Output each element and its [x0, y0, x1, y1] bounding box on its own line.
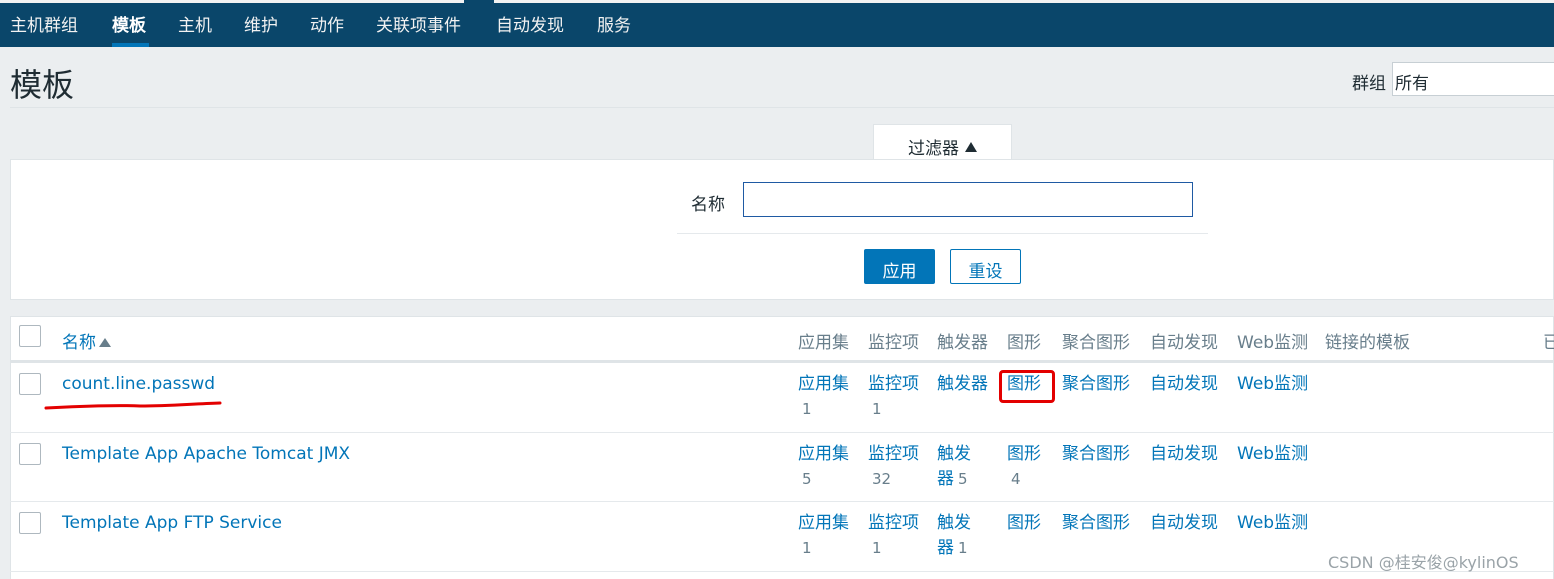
triggers-link[interactable]: 触发器 1: [937, 511, 977, 561]
screens-link[interactable]: 聚合图形: [1062, 372, 1130, 397]
row-checkbox[interactable]: [19, 443, 41, 465]
screens-link[interactable]: 聚合图形: [1062, 442, 1130, 467]
applications-link[interactable]: 应用集 1: [798, 511, 858, 561]
nav-item-maintenance[interactable]: 维护: [244, 11, 278, 36]
nav-item-actions[interactable]: 动作: [310, 11, 344, 36]
web-link[interactable]: Web监测: [1237, 372, 1308, 397]
column-header-graphs: 图形: [1007, 333, 1041, 353]
sort-asc-icon: [99, 338, 111, 347]
header-divider: [10, 107, 1554, 108]
column-header-screens: 聚合图形: [1062, 333, 1130, 353]
applications-count: 1: [802, 539, 812, 557]
filter-name-input[interactable]: [743, 182, 1193, 217]
graphs-link-label: 图形: [1007, 444, 1041, 464]
items-link[interactable]: 监控项 1: [868, 372, 928, 422]
graphs-count: 4: [1011, 470, 1021, 488]
applications-link-label: 应用集: [798, 444, 849, 464]
filter-tab[interactable]: 过滤器: [873, 124, 1012, 160]
group-label: 群组: [1352, 74, 1386, 94]
items-link-label: 监控项: [868, 374, 919, 394]
row-divider: [10, 501, 1554, 502]
screens-link[interactable]: 聚合图形: [1062, 511, 1130, 536]
triggers-count: 1: [958, 539, 968, 557]
items-count: 32: [872, 470, 892, 488]
triggers-link[interactable]: 触发器 5: [937, 442, 977, 492]
template-name-link[interactable]: count.line.passwd: [62, 374, 215, 394]
filter-panel: [10, 159, 1554, 300]
select-all-checkbox[interactable]: [19, 325, 41, 347]
red-underline-annotation: [44, 401, 222, 410]
web-link[interactable]: Web监测: [1237, 442, 1308, 467]
collapse-up-icon: [965, 142, 977, 152]
applications-link-label: 应用集: [798, 374, 849, 394]
graphs-link[interactable]: 图形 4: [1007, 442, 1047, 492]
column-header-applications: 应用集: [798, 333, 849, 353]
column-header-name-label: 名称: [62, 333, 96, 353]
applications-link[interactable]: 应用集 5: [798, 442, 858, 492]
row-checkbox[interactable]: [19, 512, 41, 534]
group-select[interactable]: 所有: [1392, 62, 1554, 96]
applications-link-label: 应用集: [798, 513, 849, 533]
items-count: 1: [872, 400, 882, 418]
column-header-triggers: 触发器: [937, 333, 988, 353]
nav-item-discovery[interactable]: 自动发现: [496, 11, 564, 36]
red-box-annotation: [999, 370, 1055, 403]
watermark: CSDN @桂安俊@kylinOS: [1328, 553, 1519, 572]
top-nav: 主机群组 模板 主机 维护 动作 关联项事件 自动发现 服务: [0, 0, 1554, 47]
items-link-label: 监控项: [868, 444, 919, 464]
row-divider: [10, 432, 1554, 433]
row-checkbox[interactable]: [19, 373, 41, 395]
items-link[interactable]: 监控项 1: [868, 511, 928, 561]
items-link-label: 监控项: [868, 513, 919, 533]
column-header-linked-templates: 链接的模板: [1325, 333, 1410, 353]
discovery-link[interactable]: 自动发现: [1150, 442, 1218, 467]
discovery-link[interactable]: 自动发现: [1150, 372, 1218, 397]
column-header-truncated: 已: [1543, 333, 1554, 353]
template-name-link[interactable]: Template App FTP Service: [62, 513, 282, 533]
template-name-link[interactable]: Template App Apache Tomcat JMX: [62, 444, 350, 464]
items-link[interactable]: 监控项 32: [868, 442, 928, 492]
column-header-name[interactable]: 名称: [62, 328, 111, 353]
nav-notch: [464, 0, 494, 3]
column-header-web: Web监测: [1237, 333, 1309, 353]
filter-tab-label: 过滤器: [908, 139, 959, 159]
graphs-link[interactable]: 图形: [1007, 511, 1041, 536]
reset-button[interactable]: 重设: [950, 249, 1021, 284]
header-row-divider: [10, 360, 1554, 363]
column-header-discovery: 自动发现: [1150, 333, 1218, 353]
nav-item-correlation[interactable]: 关联项事件: [376, 11, 461, 36]
row-divider: [10, 571, 1554, 572]
nav-active-underline: [112, 43, 149, 47]
applications-count: 5: [802, 470, 812, 488]
triggers-count: 5: [958, 470, 968, 488]
nav-item-templates[interactable]: 模板: [112, 11, 146, 36]
apply-button[interactable]: 应用: [864, 249, 935, 284]
filter-name-label: 名称: [691, 195, 725, 215]
page-title: 模板: [10, 66, 75, 104]
filter-divider: [677, 233, 1208, 234]
nav-item-host-groups[interactable]: 主机群组: [10, 11, 78, 36]
applications-count: 1: [802, 400, 812, 418]
column-header-items: 监控项: [868, 333, 919, 353]
items-count: 1: [872, 539, 882, 557]
nav-item-services[interactable]: 服务: [597, 11, 631, 36]
nav-item-hosts[interactable]: 主机: [178, 11, 212, 36]
triggers-link[interactable]: 触发器: [937, 372, 988, 397]
discovery-link[interactable]: 自动发现: [1150, 511, 1218, 536]
web-link[interactable]: Web监测: [1237, 511, 1308, 536]
applications-link[interactable]: 应用集 1: [798, 372, 858, 422]
